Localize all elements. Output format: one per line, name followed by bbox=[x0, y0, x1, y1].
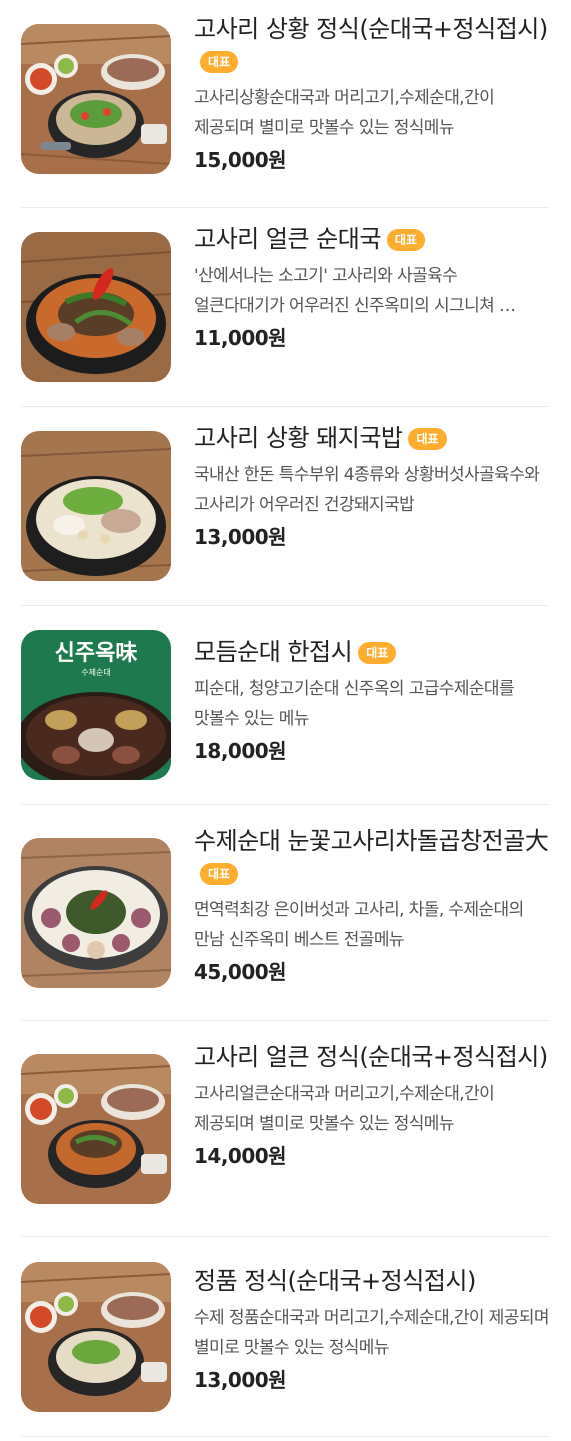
menu-item-price: 11,000원 bbox=[194, 326, 287, 350]
signature-badge: 대표 bbox=[386, 229, 425, 251]
menu-item[interactable]: 고사리 얼큰 순대국 대표 '산에서나는 소고기' 고사리와 사골육수 얼큰다대기… bbox=[21, 208, 549, 407]
menu-item-price: 13,000원 bbox=[194, 525, 287, 549]
menu-item-photo bbox=[21, 431, 171, 581]
signature-badge: 대표 bbox=[200, 863, 239, 885]
menu-item[interactable]: 고사리 상황 정식(순대국+정식접시)대표 고사리상황순대국과 머리고기,수제순… bbox=[21, 0, 549, 208]
menu-item-description: 면역력최강 은이버섯과 고사리, 차돌, 수제순대의 만남 신주옥미 베스트 전… bbox=[194, 900, 524, 950]
menu-item[interactable]: 수제순대 눈꽃고사리차돌곱창전골大대표 면역력최강 은이버섯과 고사리, 차돌,… bbox=[21, 805, 549, 1021]
menu-item-price: 13,000원 bbox=[194, 1368, 287, 1392]
menu-item-description: 피순대, 청양고기순대 신주옥의 고급수제순대를 맛볼수 있는 메뉴 bbox=[194, 679, 515, 729]
menu-item-price: 15,000원 bbox=[194, 148, 287, 172]
menu-item-name[interactable]: 모듬순대 한접시 대표 bbox=[194, 636, 552, 668]
signature-badge: 대표 bbox=[358, 642, 397, 664]
menu-item[interactable]: 신주옥味 수제순대 모듬순대 한접시 대표 피순대, 청양고기순대 신주옥의 고급… bbox=[21, 606, 549, 805]
menu-item-photo bbox=[21, 838, 171, 988]
menu-item-price: 45,000원 bbox=[194, 960, 287, 984]
menu-item[interactable]: 고사리 상황 돼지국밥 대표 국내산 한돈 특수부위 4종류와 상황버섯사골육수와… bbox=[21, 407, 549, 606]
signature-badge: 대표 bbox=[408, 428, 447, 450]
menu-item-photo bbox=[21, 24, 171, 174]
signature-badge: 대표 bbox=[200, 51, 239, 73]
menu-item-photo bbox=[21, 232, 171, 382]
menu-item-price: 14,000원 bbox=[194, 1144, 287, 1168]
menu-item-name[interactable]: 고사리 얼큰 정식(순대국+정식접시) bbox=[194, 1041, 552, 1073]
menu-item-name[interactable]: 수제순대 눈꽃고사리차돌곱창전골大대표 bbox=[194, 825, 552, 889]
brand-logo-text: 신주옥味 bbox=[55, 641, 138, 666]
menu-item-description: 고사리얼큰순대국과 머리고기,수제순대,간이 제공되며 별미로 맛볼수 있는 정… bbox=[194, 1084, 495, 1134]
menu-item-description: '산에서나는 소고기' 고사리와 사골육수 얼큰다대기가 어우러진 신주옥미의 … bbox=[194, 266, 516, 316]
menu-item-photo bbox=[21, 1262, 171, 1412]
menu-item-description: 수제 정품순대국과 머리고기,수제순대,간이 제공되며 별미로 맛볼수 있는 정… bbox=[194, 1308, 550, 1358]
menu-item-description: 고사리상황순대국과 머리고기,수제순대,간이 제공되며 별미로 맛볼수 있는 정… bbox=[194, 88, 495, 138]
menu-item-name[interactable]: 고사리 상황 돼지국밥 대표 bbox=[194, 422, 552, 454]
menu-item-name[interactable]: 고사리 상황 정식(순대국+정식접시)대표 bbox=[194, 13, 552, 77]
menu-list: 고사리 상황 정식(순대국+정식접시)대표 고사리상황순대국과 머리고기,수제순… bbox=[0, 0, 571, 1441]
menu-item-price: 18,000원 bbox=[194, 739, 287, 763]
brand-caption-text: 수제순대 bbox=[81, 668, 110, 677]
menu-item[interactable]: 정품 정식(순대국+정식접시) 수제 정품순대국과 머리고기,수제순대,간이 제… bbox=[21, 1237, 552, 1437]
menu-item-name[interactable]: 정품 정식(순대국+정식접시) bbox=[194, 1265, 552, 1297]
menu-item-description: 국내산 한돈 특수부위 4종류와 상황버섯사골육수와 고사리가 어우러진 건강돼… bbox=[194, 465, 540, 515]
menu-item-photo: 신주옥味 수제순대 bbox=[21, 630, 171, 780]
menu-item-photo bbox=[21, 1054, 171, 1204]
menu-item[interactable]: 고사리 얼큰 정식(순대국+정식접시) 고사리얼큰순대국과 머리고기,수제순대,… bbox=[21, 1021, 549, 1237]
menu-item-name[interactable]: 고사리 얼큰 순대국 대표 bbox=[194, 223, 552, 255]
